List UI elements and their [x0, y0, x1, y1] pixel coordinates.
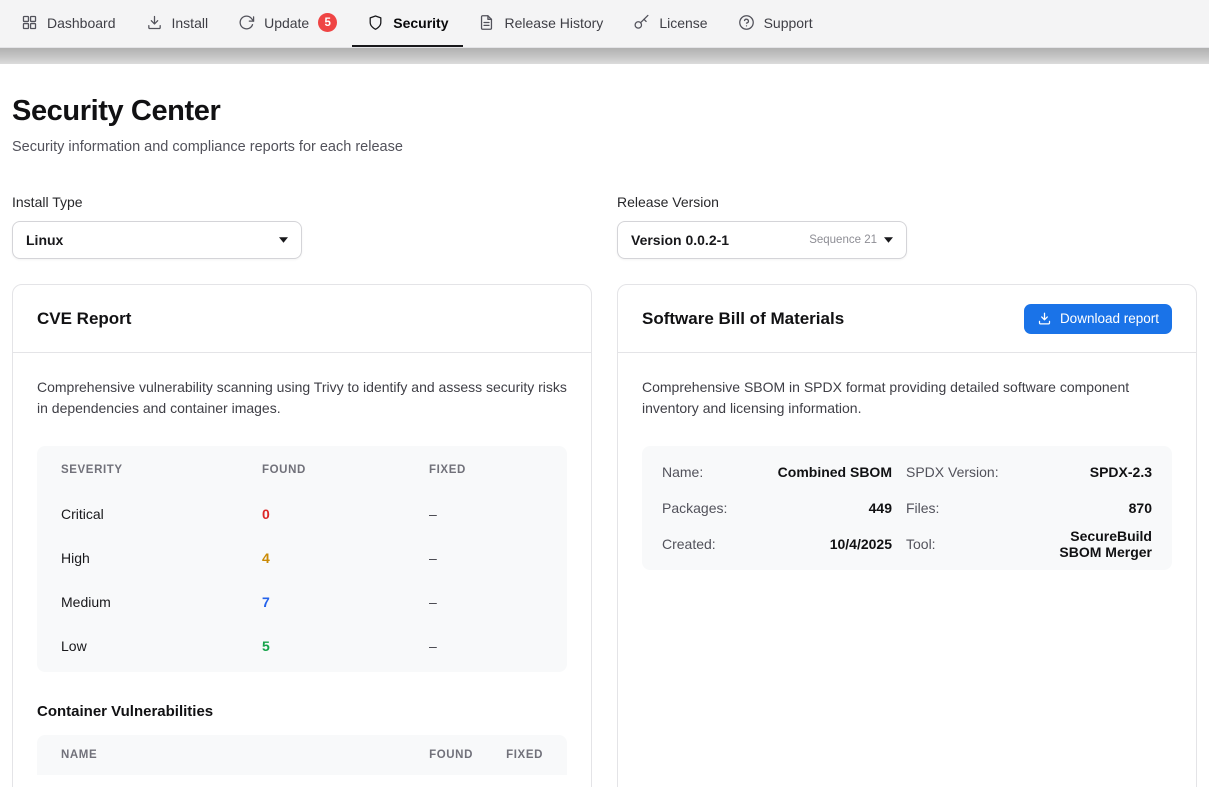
sbom-body: Comprehensive SBOM in SPDX format provid… — [618, 353, 1196, 594]
nav-item-security[interactable]: Security — [352, 0, 463, 47]
found-count: 4 — [262, 550, 429, 566]
cve-report-description: Comprehensive vulnerability scanning usi… — [37, 377, 567, 420]
nav-label: Security — [393, 15, 448, 31]
release-version-label: Release Version — [617, 194, 1197, 210]
sbom-info-row: Name: Combined SBOM SPDX Version: SPDX-2… — [662, 454, 1152, 490]
chevron-down-icon — [884, 237, 893, 243]
sbom-created-label: Created: — [662, 536, 754, 552]
install-type-field: Install Type Linux — [12, 194, 592, 259]
update-icon — [238, 14, 255, 31]
cve-report-card: CVE Report Comprehensive vulnerability s… — [12, 284, 592, 787]
dashboard-icon — [21, 14, 38, 31]
container-vulnerabilities-table-header: NAME FOUND FIXED — [37, 735, 567, 775]
severity-name: Medium — [61, 594, 262, 610]
sbom-packages-value: 449 — [768, 500, 892, 516]
install-icon — [146, 14, 163, 31]
page-subtitle: Security information and compliance repo… — [12, 139, 1197, 155]
col-name: NAME — [61, 749, 381, 761]
col-fixed: FIXED — [429, 464, 543, 476]
fixed-count: – — [429, 550, 543, 566]
header-divider-strip — [0, 48, 1209, 64]
found-count: 5 — [262, 638, 429, 654]
release-version-value: Version 0.0.2-1 — [631, 232, 729, 248]
nav-label: License — [659, 15, 707, 31]
sbom-name-value: Combined SBOM — [768, 464, 892, 480]
nav-item-release-history[interactable]: Release History — [463, 0, 618, 47]
severity-table-header: SEVERITY FOUND FIXED — [37, 448, 567, 492]
col-found: FOUND — [381, 749, 473, 761]
cve-report-title: CVE Report — [37, 309, 131, 329]
download-icon — [1037, 311, 1052, 326]
nav-item-support[interactable]: Support — [723, 0, 828, 47]
sbom-spdx-version-label: SPDX Version: — [906, 464, 1014, 480]
cve-report-header: CVE Report — [13, 285, 591, 353]
sbom-name-label: Name: — [662, 464, 754, 480]
sbom-tool-value: SecureBuild SBOM Merger — [1028, 528, 1152, 560]
sbom-packages-label: Packages: — [662, 500, 754, 516]
fixed-count: – — [429, 638, 543, 654]
install-type-value: Linux — [26, 232, 63, 248]
sbom-files-value: 870 — [1028, 500, 1152, 516]
sbom-header: Software Bill of Materials Download repo… — [618, 285, 1196, 353]
page-title: Security Center — [12, 95, 1197, 128]
cve-report-body: Comprehensive vulnerability scanning usi… — [13, 353, 591, 787]
fixed-count: – — [429, 506, 543, 522]
found-count: 0 — [262, 506, 429, 522]
release-version-sequence: Sequence 21 — [809, 234, 877, 246]
security-center-page: Security Center Security information and… — [0, 95, 1209, 787]
sbom-info-row: Packages: 449 Files: 870 — [662, 490, 1152, 526]
table-row-low: Low 5 – — [37, 624, 567, 668]
top-nav: Dashboard Install Update 5 Security Rele… — [0, 0, 1209, 48]
sbom-description: Comprehensive SBOM in SPDX format provid… — [642, 377, 1172, 420]
license-key-icon — [633, 14, 650, 31]
table-row-high: High 4 – — [37, 536, 567, 580]
nav-label: Dashboard — [47, 15, 116, 31]
nav-item-install[interactable]: Install — [131, 0, 224, 47]
install-type-select[interactable]: Linux — [12, 221, 302, 259]
nav-item-license[interactable]: License — [618, 0, 722, 47]
sbom-card: Software Bill of Materials Download repo… — [617, 284, 1197, 787]
severity-name: Low — [61, 638, 262, 654]
nav-item-update[interactable]: Update 5 — [223, 0, 352, 47]
sbom-info-row: Created: 10/4/2025 Tool: SecureBuild SBO… — [662, 526, 1152, 562]
filters-row: Install Type Linux Release Version Versi… — [12, 194, 1197, 259]
col-fixed: FIXED — [473, 749, 543, 761]
nav-label: Update — [264, 15, 309, 31]
table-row-critical: Critical 0 – — [37, 492, 567, 536]
sbom-files-label: Files: — [906, 500, 1014, 516]
report-cards: CVE Report Comprehensive vulnerability s… — [12, 284, 1197, 787]
severity-name: High — [61, 550, 262, 566]
cve-severity-table: SEVERITY FOUND FIXED Critical 0 – High 4… — [37, 446, 567, 672]
support-icon — [738, 14, 755, 31]
sbom-created-value: 10/4/2025 — [768, 536, 892, 552]
found-count: 7 — [262, 594, 429, 610]
sbom-spdx-version-value: SPDX-2.3 — [1028, 464, 1152, 480]
chevron-down-icon — [279, 237, 288, 243]
release-version-field: Release Version Version 0.0.2-1 Sequence… — [617, 194, 1197, 259]
sbom-tool-label: Tool: — [906, 536, 1014, 552]
install-type-label: Install Type — [12, 194, 592, 210]
sbom-title: Software Bill of Materials — [642, 309, 844, 329]
table-row-medium: Medium 7 – — [37, 580, 567, 624]
nav-label: Support — [764, 15, 813, 31]
nav-label: Install — [172, 15, 209, 31]
security-shield-icon — [367, 14, 384, 31]
release-history-icon — [478, 14, 495, 31]
update-count-badge: 5 — [318, 13, 337, 32]
download-report-label: Download report — [1060, 311, 1159, 326]
container-vulnerabilities-title: Container Vulnerabilities — [37, 703, 567, 720]
fixed-count: – — [429, 594, 543, 610]
nav-item-dashboard[interactable]: Dashboard — [6, 0, 131, 47]
nav-label: Release History — [504, 15, 603, 31]
release-version-select[interactable]: Version 0.0.2-1 Sequence 21 — [617, 221, 907, 259]
sbom-info-grid: Name: Combined SBOM SPDX Version: SPDX-2… — [642, 446, 1172, 570]
col-found: FOUND — [262, 464, 429, 476]
col-severity: SEVERITY — [61, 464, 262, 476]
download-report-button[interactable]: Download report — [1024, 304, 1172, 334]
severity-name: Critical — [61, 506, 262, 522]
